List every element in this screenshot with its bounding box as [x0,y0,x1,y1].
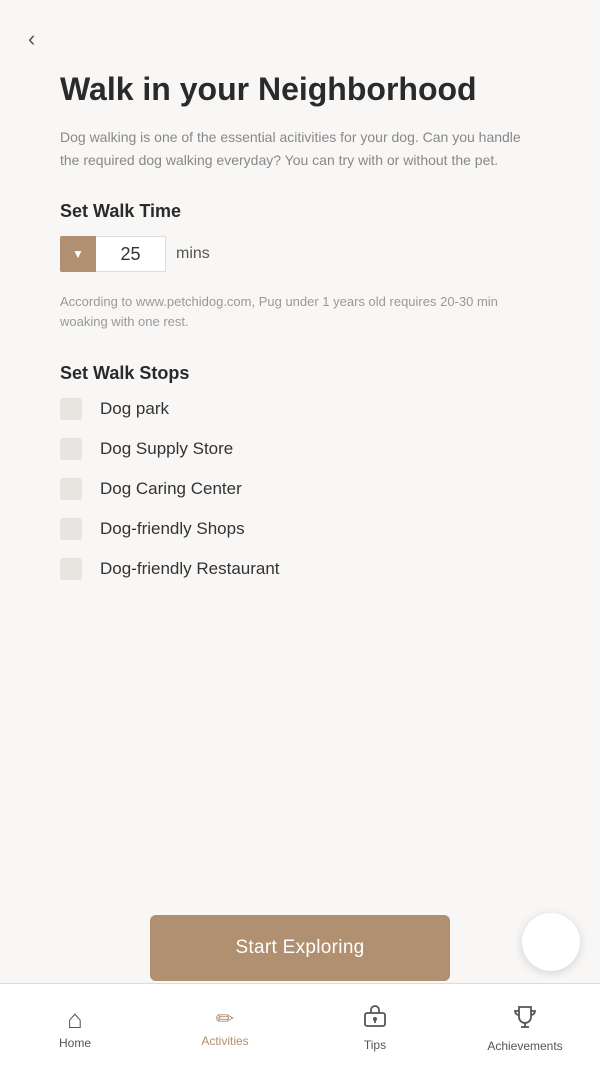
start-exploring-button[interactable]: Start Exploring [150,915,450,981]
list-item[interactable]: Dog-friendly Shops [60,518,540,540]
checkbox-label-dog-caring-center: Dog Caring Center [100,479,242,499]
nav-item-home[interactable]: ⌂ Home [0,984,150,1071]
walk-info-text: According to www.petchidog.com, Pug unde… [60,292,540,331]
home-icon: ⌂ [67,1006,83,1032]
list-item[interactable]: Dog Caring Center [60,478,540,500]
time-unit-label: mins [176,245,210,263]
nav-label-achievements: Achievements [487,1039,562,1053]
checkbox-dog-supply-store[interactable] [60,438,82,460]
start-btn-container: Start Exploring [150,915,450,981]
checkbox-label-dog-supply-store: Dog Supply Store [100,439,233,459]
page-description: Dog walking is one of the essential acit… [60,126,540,171]
list-item[interactable]: Dog-friendly Restaurant [60,558,540,580]
main-content: Walk in your Neighborhood Dog walking is… [0,0,600,760]
nav-item-tips[interactable]: Tips [300,984,450,1071]
nav-item-achievements[interactable]: Achievements [450,984,600,1071]
list-item[interactable]: Dog park [60,398,540,420]
checkbox-dog-park[interactable] [60,398,82,420]
checkbox-dog-caring-center[interactable] [60,478,82,500]
tips-icon [362,1003,388,1034]
checkbox-label-dog-friendly-shops: Dog-friendly Shops [100,519,245,539]
activities-icon: ✏ [216,1008,234,1030]
nav-label-tips: Tips [364,1038,386,1052]
back-button[interactable]: ‹ [28,28,35,50]
float-circle [522,913,580,971]
achievements-icon [511,1003,539,1035]
time-input[interactable] [96,236,166,272]
walk-stops-list: Dog park Dog Supply Store Dog Caring Cen… [60,398,540,580]
checkbox-dog-friendly-shops[interactable] [60,518,82,540]
checkbox-label-dog-park: Dog park [100,399,169,419]
bottom-nav: ⌂ Home ✏ Activities Tips A [0,983,600,1071]
nav-label-activities: Activities [201,1034,248,1048]
walk-time-row: ▼ mins [60,236,540,272]
page-title: Walk in your Neighborhood [60,70,540,108]
list-item[interactable]: Dog Supply Store [60,438,540,460]
walk-stops-section-label: Set Walk Stops [60,363,540,384]
walk-time-section-label: Set Walk Time [60,201,540,222]
dropdown-arrow-icon: ▼ [72,247,84,261]
checkbox-dog-friendly-restaurant[interactable] [60,558,82,580]
checkbox-label-dog-friendly-restaurant: Dog-friendly Restaurant [100,559,280,579]
nav-label-home: Home [59,1036,91,1050]
nav-item-activities[interactable]: ✏ Activities [150,984,300,1071]
time-dropdown-trigger[interactable]: ▼ [60,236,96,272]
